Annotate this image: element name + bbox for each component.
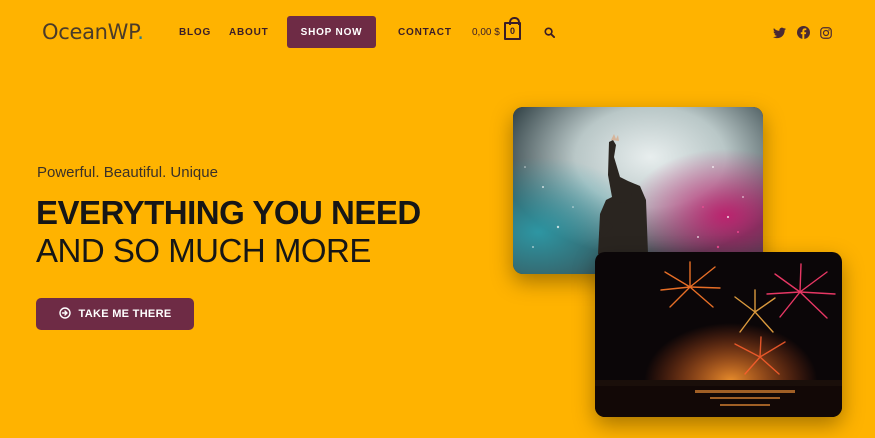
hero-headline-light: AND SO MUCH MORE — [36, 232, 371, 269]
nav-blog[interactable]: BLOG — [179, 27, 211, 38]
nav-about[interactable]: ABOUT — [229, 27, 269, 38]
hero-headline-bold: EVERYTHING YOU NEED — [36, 194, 421, 231]
cart-total[interactable]: 0,00 $ — [472, 27, 500, 38]
fireworks-photo — [595, 252, 842, 417]
instagram-icon[interactable] — [820, 26, 832, 44]
arrow-circle-icon — [58, 306, 71, 322]
site-logo[interactable]: OceanWP. — [42, 20, 144, 44]
concert-photo — [513, 107, 763, 274]
hero-tagline: Powerful. Beautiful. Unique — [37, 164, 218, 181]
cart-count: 0 — [509, 26, 515, 36]
take-me-there-button[interactable]: TAKE ME THERE — [36, 298, 194, 330]
cart-icon[interactable]: 0 — [504, 17, 521, 40]
twitter-icon[interactable] — [773, 26, 786, 44]
shop-now-button[interactable]: SHOP NOW — [287, 16, 376, 48]
facebook-icon[interactable] — [797, 26, 810, 44]
cta-label: TAKE ME THERE — [78, 308, 172, 320]
nav-contact[interactable]: CONTACT — [398, 27, 452, 38]
search-icon[interactable] — [544, 25, 555, 43]
